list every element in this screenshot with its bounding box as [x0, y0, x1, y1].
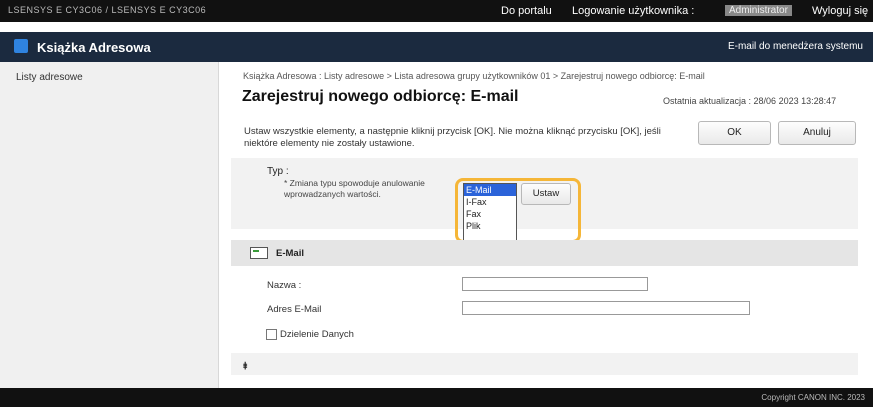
sidebar: Listy adresowe — [0, 62, 219, 388]
email-address-input[interactable] — [462, 301, 750, 315]
logout-link[interactable]: Wyloguj się — [812, 5, 868, 17]
email-section-header — [231, 240, 858, 266]
type-label: Typ : — [267, 166, 289, 177]
split-data-label: Dzielenie Danych — [280, 329, 354, 340]
name-label: Nazwa : — [267, 280, 302, 291]
bottom-area — [231, 353, 858, 375]
cancel-button[interactable]: Anuluj — [778, 121, 856, 145]
portal-link[interactable]: Do portalu — [501, 5, 552, 17]
email-address-label: Adres E-Mail — [267, 304, 322, 315]
footer: Copyright CANON INC. 2023 — [0, 388, 873, 407]
email-section-title: E-Mail — [276, 248, 304, 259]
type-note: * Zmiana typu spowoduje anulowanie wprow… — [284, 178, 425, 199]
app-title: Książka Adresowa — [37, 40, 151, 55]
name-input[interactable] — [462, 277, 648, 291]
user-name: Administrator — [725, 5, 792, 16]
top-bar: LSENSYS E CY3C06 / LSENSYS E CY3C06 Do p… — [0, 0, 873, 22]
email-icon — [250, 247, 268, 259]
type-listbox[interactable]: E-Mail I-Fax Fax Plik — [463, 183, 517, 241]
login-user-label: Logowanie użytkownika : — [572, 5, 695, 17]
type-option-ifax[interactable]: I-Fax — [464, 196, 516, 208]
type-option-file[interactable]: Plik — [464, 220, 516, 232]
to-top-icon[interactable]: ⯒ — [243, 359, 247, 376]
type-option-fax[interactable]: Fax — [464, 208, 516, 220]
last-update: Ostatnia aktualizacja : 28/06 2023 13:28… — [663, 96, 837, 106]
address-book-icon — [14, 39, 28, 53]
app-header: Książka Adresowa E-mail do menedżera sys… — [0, 32, 873, 62]
ok-button[interactable]: OK — [698, 121, 771, 145]
set-button[interactable]: Ustaw — [521, 183, 571, 205]
email-admin-link[interactable]: E-mail do menedżera systemu — [728, 41, 863, 52]
breadcrumb[interactable]: Książka Adresowa : Listy adresowe > List… — [243, 71, 705, 81]
sidebar-item-address-lists[interactable]: Listy adresowe — [16, 72, 83, 83]
split-data-checkbox[interactable] — [266, 329, 277, 340]
page-title: Zarejestruj nowego odbiorcę: E-mail — [242, 88, 519, 105]
instructions-text: Ustaw wszystkie elementy, a następnie kl… — [244, 126, 661, 149]
type-option-email[interactable]: E-Mail — [464, 184, 516, 196]
device-name: LSENSYS E CY3C06 / LSENSYS E CY3C06 — [8, 5, 207, 15]
copyright: Copyright CANON INC. 2023 — [761, 393, 865, 402]
